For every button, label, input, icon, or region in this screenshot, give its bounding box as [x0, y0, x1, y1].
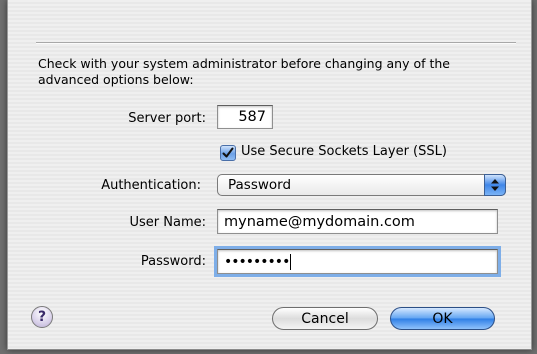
- help-icon: ?: [37, 309, 47, 325]
- help-button[interactable]: ?: [31, 306, 53, 328]
- authentication-label: Authentication:: [101, 178, 201, 193]
- password-label: Password:: [140, 254, 206, 269]
- cancel-button[interactable]: Cancel: [272, 307, 378, 330]
- server-port-label: Server port:: [128, 111, 206, 126]
- ssl-checkbox[interactable]: [220, 145, 236, 161]
- cancel-label: Cancel: [301, 310, 349, 327]
- advanced-options-sheet: Check with your system administrator bef…: [7, 0, 532, 350]
- user-name-value: myname@mydomain.com: [224, 213, 415, 230]
- up-down-arrows-icon: [484, 174, 506, 196]
- ok-button[interactable]: OK: [390, 307, 495, 330]
- user-name-field[interactable]: myname@mydomain.com: [217, 209, 498, 234]
- divider: [36, 42, 516, 44]
- password-field[interactable]: •••••••••: [214, 246, 501, 277]
- password-value: •••••••••: [224, 253, 290, 270]
- ok-label: OK: [432, 310, 453, 327]
- text-caret: [290, 253, 292, 270]
- admin-note: Check with your system administrator bef…: [38, 56, 450, 87]
- authentication-value: Password: [228, 177, 292, 193]
- authentication-select[interactable]: Password: [217, 174, 506, 196]
- server-port-value: 587: [238, 109, 266, 125]
- server-port-field[interactable]: 587: [217, 105, 273, 129]
- checkmark-icon: [222, 147, 234, 158]
- user-name-label: User Name:: [129, 215, 207, 230]
- ssl-label[interactable]: Use Secure Sockets Layer (SSL): [241, 144, 447, 159]
